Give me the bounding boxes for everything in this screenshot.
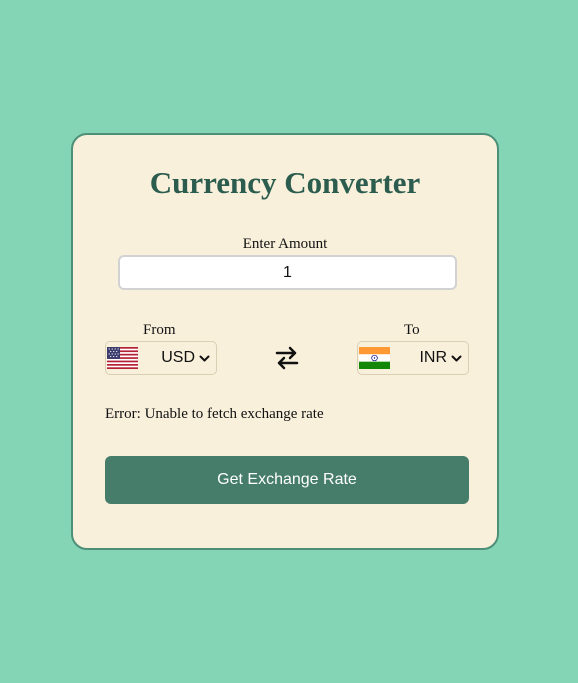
chevron-down-icon — [199, 355, 210, 361]
from-currency-select[interactable]: USD — [105, 341, 217, 375]
error-message: Error: Unable to fetch exchange rate — [105, 406, 324, 422]
us-flag-icon — [107, 347, 138, 369]
india-flag-icon — [359, 347, 390, 369]
to-currency-select[interactable]: INR — [357, 341, 469, 375]
amount-input[interactable] — [118, 255, 457, 290]
from-currency-code: USD — [161, 349, 195, 366]
amount-label: Enter Amount — [242, 236, 328, 252]
chevron-down-icon — [451, 355, 462, 361]
page-title: Currency Converter — [149, 165, 421, 200]
from-label: From — [143, 322, 176, 338]
swap-arrows-icon[interactable] — [274, 343, 300, 373]
get-exchange-rate-button[interactable]: Get Exchange Rate — [105, 456, 469, 504]
to-currency-code: INR — [419, 349, 447, 366]
to-label: To — [404, 322, 420, 338]
converter-card: Currency Converter Enter Amount From — [71, 133, 499, 550]
